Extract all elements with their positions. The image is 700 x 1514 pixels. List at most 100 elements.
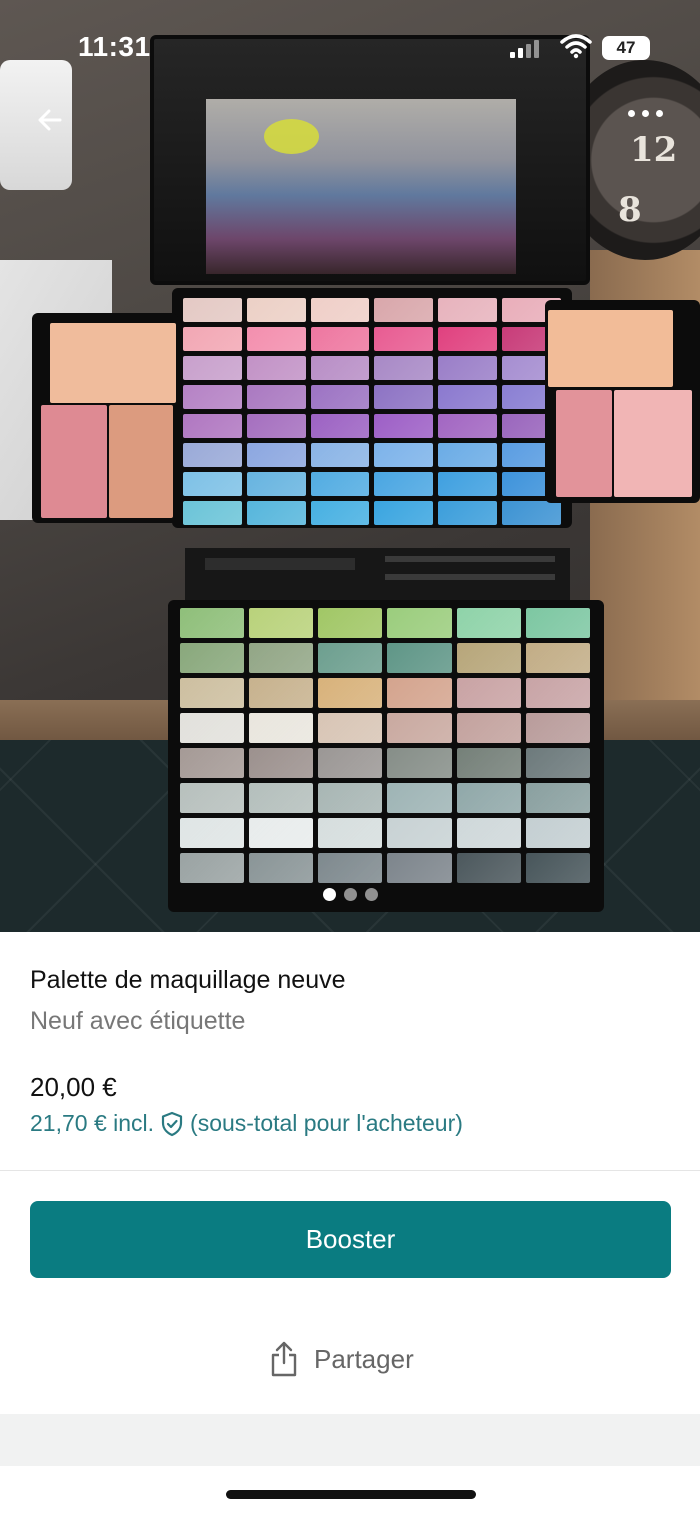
home-indicator[interactable] (226, 1490, 476, 1499)
eyeshadow-pan (374, 385, 434, 409)
pagination-dot[interactable] (322, 888, 336, 901)
eyeshadow-pan (318, 678, 383, 708)
eyeshadow-pan (246, 414, 306, 438)
gallery-pagination[interactable] (0, 888, 700, 901)
listing-condition: Neuf avec étiquette (30, 1007, 246, 1035)
eyeshadow-pan (246, 501, 306, 525)
pagination-dot[interactable] (364, 888, 378, 901)
eyeshadow-pan (318, 853, 383, 883)
eyeshadow-pan (438, 327, 498, 351)
eyeshadow-pan (525, 853, 590, 883)
eyeshadow-pan (183, 327, 242, 351)
eyeshadow-pan (180, 853, 245, 883)
buyer-price[interactable]: 21,70 € incl. (sous-total pour l'acheteu… (30, 1110, 463, 1137)
eyeshadow-pan (310, 443, 370, 467)
brush-holder (185, 548, 570, 600)
eyeshadow-pan (374, 414, 434, 438)
eyeshadow-pan (387, 713, 452, 743)
eyeshadow-pan (387, 818, 452, 848)
eyeshadow-pan (387, 678, 452, 708)
eyeshadow-pan (525, 713, 590, 743)
eyeshadow-pan (183, 472, 242, 496)
eyeshadow-pan (387, 853, 452, 883)
eyeshadow-pan (374, 501, 434, 525)
eyeshadow-pan (180, 608, 245, 638)
eyeshadow-pan (180, 748, 245, 778)
eyeshadow-pan (310, 414, 370, 438)
shield-check-icon (161, 1111, 183, 1136)
status-bar: 11:31 47 (0, 0, 700, 95)
blush-pan (548, 310, 673, 387)
eyeshadow-pan (310, 327, 370, 351)
share-label: Partager (314, 1343, 414, 1374)
booster-button[interactable]: Booster (30, 1201, 671, 1278)
eyeshadow-pan (183, 385, 242, 409)
status-time: 11:31 (78, 31, 151, 62)
cellular-signal-icon (510, 40, 539, 58)
eyeshadow-pan (249, 678, 314, 708)
eyeshadow-grid-bottom (180, 608, 590, 883)
eyeshadow-pan (183, 443, 242, 467)
more-dots-icon[interactable] (628, 110, 663, 117)
eyeshadow-pan (387, 643, 452, 673)
eyeshadow-pan (456, 748, 521, 778)
divider (0, 1170, 700, 1171)
eyeshadow-pan (438, 356, 498, 380)
eyeshadow-pan (456, 678, 521, 708)
eyeshadow-pan (525, 678, 590, 708)
eyeshadow-pan (525, 783, 590, 813)
eyeshadow-pan (387, 748, 452, 778)
pagination-dot[interactable] (343, 888, 357, 901)
eyeshadow-pan (374, 356, 434, 380)
listing-price: 20,00 € (30, 1072, 117, 1102)
eyeshadow-pan (310, 501, 370, 525)
eyeshadow-pan (456, 643, 521, 673)
eyeshadow-pan (374, 298, 434, 322)
eyeshadow-pan (438, 414, 498, 438)
eyeshadow-pan (387, 608, 452, 638)
eyeshadow-pan (249, 608, 314, 638)
eyeshadow-pan (374, 443, 434, 467)
eyeshadow-pan (180, 818, 245, 848)
wifi-icon (560, 34, 592, 59)
eyeshadow-pan (183, 356, 242, 380)
eyeshadow-pan (318, 748, 383, 778)
eyeshadow-pan (438, 298, 498, 322)
eyeshadow-pan (456, 818, 521, 848)
eyeshadow-pan (180, 713, 245, 743)
eyeshadow-grid-top (183, 298, 561, 525)
eyeshadow-pan (374, 327, 434, 351)
eyeshadow-pan (438, 443, 498, 467)
eyeshadow-pan (310, 472, 370, 496)
eyeshadow-pan (456, 783, 521, 813)
eyeshadow-pan (310, 356, 370, 380)
blush-pan (614, 390, 692, 497)
eyeshadow-pan (318, 608, 383, 638)
eyeshadow-pan (183, 414, 242, 438)
blush-pan (50, 323, 176, 403)
arrow-left-icon[interactable] (30, 100, 70, 140)
eyeshadow-pan (374, 472, 434, 496)
eyeshadow-pan (180, 678, 245, 708)
eyeshadow-pan (456, 713, 521, 743)
eyeshadow-pan (180, 643, 245, 673)
eyeshadow-pan (249, 853, 314, 883)
eyeshadow-pan (246, 298, 306, 322)
eyeshadow-pan (318, 643, 383, 673)
eyeshadow-pan (249, 783, 314, 813)
eyeshadow-pan (456, 608, 521, 638)
eyeshadow-pan (318, 713, 383, 743)
eyeshadow-pan (525, 608, 590, 638)
eyeshadow-pan (246, 472, 306, 496)
share-button[interactable]: Partager (268, 1340, 414, 1378)
blush-pan (41, 405, 107, 518)
eyeshadow-pan (246, 443, 306, 467)
eyeshadow-pan (249, 643, 314, 673)
eyeshadow-pan (525, 818, 590, 848)
listing-photo[interactable]: 12 8 (0, 0, 700, 932)
eyeshadow-pan (502, 501, 561, 525)
eyeshadow-pan (246, 327, 306, 351)
buyer-price-amount: 21,70 € incl. (30, 1110, 155, 1136)
eyeshadow-pan (310, 385, 370, 409)
eyeshadow-pan (249, 713, 314, 743)
